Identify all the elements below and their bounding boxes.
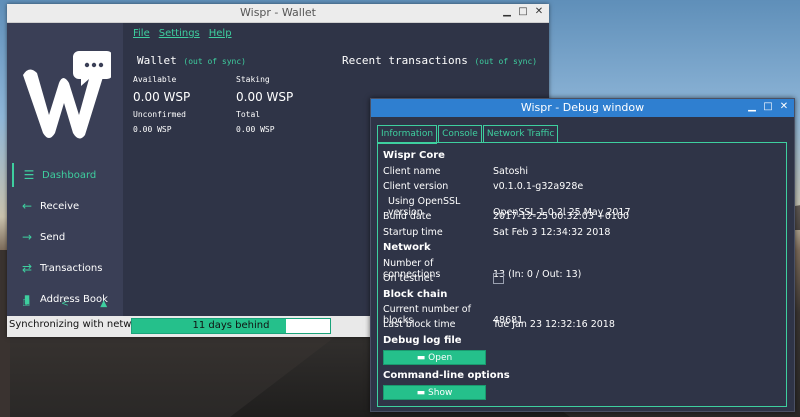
- open-log-button[interactable]: ▬ Open: [383, 350, 486, 365]
- client-name-row: Client name Satoshi: [383, 166, 528, 177]
- lock-icon[interactable]: ⚿: [23, 299, 30, 313]
- client-name-label: Client name: [383, 166, 441, 177]
- network-heading: Network: [383, 242, 431, 253]
- client-version-row: Client version v0.1.0.1-g32a928e: [383, 181, 583, 192]
- last-block-label: Last block time: [383, 319, 456, 330]
- testnet-checkbox: [493, 273, 504, 284]
- wallet-title: Wispr - Wallet: [240, 6, 316, 19]
- list-icon: ☰: [23, 168, 35, 182]
- core-heading: Wispr Core: [383, 150, 445, 161]
- debug-window: Wispr - Debug window ▁ □ ✕ Information C…: [370, 98, 795, 412]
- tab-console[interactable]: Console: [438, 125, 482, 143]
- arrow-left-icon: ←: [21, 199, 33, 213]
- nav-send[interactable]: → Send: [12, 225, 123, 249]
- staking-value: 0.00 WSP: [236, 90, 294, 104]
- thumb-icon[interactable]: ▲: [100, 299, 107, 313]
- maximize-icon[interactable]: □: [762, 101, 774, 113]
- open-label: Open: [428, 353, 453, 363]
- testnet-row: On testnet: [383, 273, 504, 284]
- maximize-icon[interactable]: □: [517, 6, 529, 18]
- sidebar-bottom-icons: ⚿ < ▲: [7, 299, 123, 313]
- exchange-icon: ⇄: [21, 261, 33, 275]
- sync-progress-bar: 11 days behind: [131, 318, 331, 334]
- folder-icon: ▬: [416, 353, 426, 363]
- menu-help[interactable]: Help: [209, 28, 232, 39]
- close-icon[interactable]: ✕: [533, 6, 545, 18]
- last-block-row: Last block time Tue Jan 23 12:32:16 2018: [383, 319, 615, 330]
- arrow-right-icon: →: [21, 230, 33, 244]
- close-icon[interactable]: ✕: [778, 101, 790, 113]
- menu-settings[interactable]: Settings: [159, 28, 200, 39]
- recent-heading-text: Recent transactions: [342, 54, 468, 67]
- wallet-heading-text: Wallet: [137, 54, 177, 67]
- blockchain-heading: Block chain: [383, 289, 448, 300]
- available-value: 0.00 WSP: [133, 90, 191, 104]
- debug-log-heading: Debug log file: [383, 335, 462, 346]
- last-block-value: Tue Jan 23 12:32:16 2018: [493, 319, 615, 330]
- total-label: Total: [236, 110, 261, 119]
- total-value: 0.00 WSP: [236, 125, 275, 134]
- client-version-value: v0.1.0.1-g32a928e: [493, 181, 584, 192]
- debug-titlebar[interactable]: Wispr - Debug window ▁ □ ✕: [371, 99, 794, 117]
- testnet-label: On testnet: [383, 273, 434, 284]
- info-icon: ▬: [416, 388, 426, 398]
- build-date-label: Build date: [383, 211, 432, 222]
- share-icon[interactable]: <: [61, 299, 69, 313]
- tab-network-traffic[interactable]: Network Traffic: [482, 125, 559, 143]
- recent-sync-status: (out of sync): [474, 57, 538, 66]
- available-label: Available: [133, 75, 177, 84]
- unconfirmed-label: Unconfirmed: [133, 110, 186, 119]
- show-options-button[interactable]: ▬ Show: [383, 385, 486, 400]
- staking-label: Staking: [236, 75, 270, 84]
- sidebar: ☰ Dashboard ← Receive → Send ⇄ Transacti…: [7, 23, 123, 316]
- nav-dashboard[interactable]: ☰ Dashboard: [12, 163, 123, 187]
- client-version-label: Client version: [383, 181, 449, 192]
- client-name-value: Satoshi: [493, 166, 528, 177]
- minimize-icon[interactable]: ▁: [501, 6, 513, 18]
- menubar: File Settings Help: [133, 28, 232, 39]
- startup-label: Startup time: [383, 227, 443, 238]
- sync-progress-text: 11 days behind: [192, 320, 270, 331]
- startup-value: Sat Feb 3 12:34:32 2018: [493, 227, 611, 238]
- build-date-value: 2017-12-25 00:32:03 +0100: [493, 211, 630, 222]
- cmd-options-heading: Command-line options: [383, 370, 510, 381]
- wallet-titlebar[interactable]: Wispr - Wallet ▁ □ ✕: [7, 4, 549, 23]
- recent-transactions-heading: Recent transactions (out of sync): [342, 54, 537, 67]
- wallet-heading: Wallet (out of sync): [137, 54, 246, 67]
- unconfirmed-value: 0.00 WSP: [133, 125, 172, 134]
- connections-value: 13 (In: 0 / Out: 13): [493, 269, 582, 280]
- nav-label: Receive: [40, 200, 80, 212]
- wispr-logo: [23, 51, 111, 139]
- nav-label: Dashboard: [42, 169, 97, 181]
- startup-time-row: Startup time Sat Feb 3 12:34:32 2018: [383, 227, 610, 238]
- debug-title: Wispr - Debug window: [520, 101, 645, 114]
- nav-label: Send: [40, 231, 66, 243]
- nav-transactions[interactable]: ⇄ Transactions: [12, 256, 123, 280]
- build-date-row: Build date 2017-12-25 00:32:03 +0100: [383, 211, 629, 222]
- minimize-icon[interactable]: ▁: [746, 101, 758, 113]
- nav-label: Transactions: [40, 262, 103, 274]
- menu-file[interactable]: File: [133, 28, 150, 39]
- nav-receive[interactable]: ← Receive: [12, 194, 123, 218]
- wallet-sync-status: (out of sync): [183, 57, 246, 66]
- show-label: Show: [428, 388, 453, 398]
